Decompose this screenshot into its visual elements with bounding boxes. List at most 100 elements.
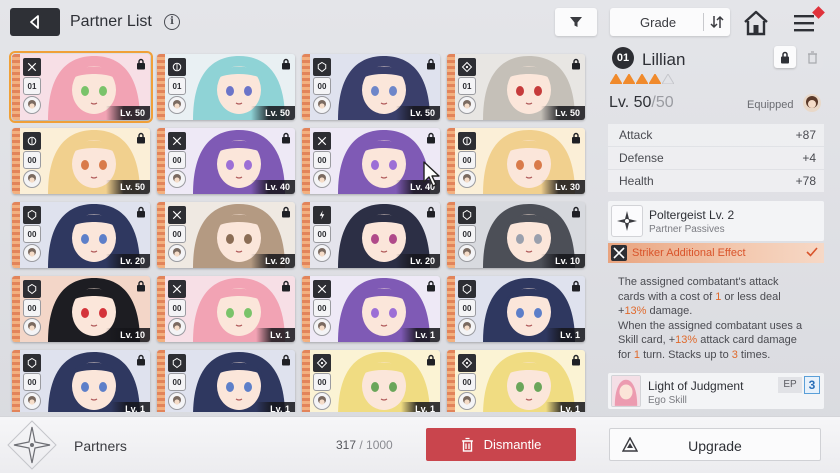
card-equipped-avatar	[313, 244, 331, 262]
card-icon-column: 00	[313, 280, 333, 338]
card-icon-column: 00	[458, 132, 478, 190]
partner-card[interactable]: 00 Lv. 20	[157, 202, 295, 268]
ep-value: 3	[804, 376, 820, 394]
card-grade: 00	[313, 77, 331, 95]
trash-icon	[461, 437, 473, 452]
card-grade: 00	[313, 299, 331, 317]
card-equipped-avatar	[168, 170, 186, 188]
card-rarity-stripe	[302, 202, 310, 268]
card-level: Lv. 20	[396, 254, 440, 268]
card-grade: 00	[168, 373, 186, 391]
stat-value: +78	[795, 174, 816, 188]
upgrade-button[interactable]: Upgrade	[609, 428, 821, 461]
card-level: Lv. 1	[546, 328, 585, 342]
card-rarity-stripe	[447, 54, 455, 120]
equipped-avatar[interactable]	[803, 94, 821, 112]
card-equipped-avatar	[23, 244, 41, 262]
card-level: Lv. 50	[396, 106, 440, 120]
lock-icon	[282, 132, 290, 144]
card-equipped-avatar	[313, 170, 331, 188]
ego-skill-type: Ego Skill	[648, 395, 687, 406]
ego-skill-name: Light of Judgment	[648, 379, 744, 393]
card-icon-column: 00	[313, 206, 333, 264]
level-cap: /50	[651, 94, 674, 111]
card-grade: 00	[23, 299, 41, 317]
sort-order-icon[interactable]	[709, 14, 725, 30]
partner-card[interactable]: 00 Lv. 50	[12, 128, 150, 194]
card-level: Lv. 1	[256, 402, 295, 412]
partner-card[interactable]: 00 Lv. 10	[12, 276, 150, 342]
card-level: Lv. 50	[106, 106, 150, 120]
lock-icon	[572, 354, 580, 366]
star-empty-icon	[662, 74, 674, 84]
partner-card[interactable]: 01 Lv. 50	[447, 54, 585, 120]
lock-icon	[572, 206, 580, 218]
lock-button[interactable]	[774, 46, 796, 68]
poltergeist-icon	[611, 205, 643, 237]
card-rarity-stripe	[157, 128, 165, 194]
card-equipped-avatar	[23, 392, 41, 410]
partner-card[interactable]: 00 Lv. 20	[12, 202, 150, 268]
card-icon-column: 00	[168, 280, 188, 338]
partner-card[interactable]: 00 Lv. 1	[157, 350, 295, 412]
partner-card[interactable]: 01 Lv. 50	[9, 51, 153, 123]
stat-attack: Attack +87	[608, 124, 824, 146]
ego-skill-thumbnail	[611, 375, 641, 407]
partner-card[interactable]: 00 Lv. 1	[447, 276, 585, 342]
back-icon	[30, 15, 39, 29]
lock-icon	[137, 280, 145, 292]
sort-label: Grade	[640, 15, 677, 30]
ego-skill-card[interactable]: Light of Judgment Ego Skill EP 3	[608, 373, 824, 409]
card-rarity-stripe	[157, 276, 165, 342]
hunter-class-icon	[458, 354, 476, 372]
striker-class-icon	[313, 280, 331, 298]
card-level: Lv. 20	[106, 254, 150, 268]
card-icon-column: 00	[168, 354, 188, 412]
card-level: Lv. 10	[106, 328, 150, 342]
lock-icon	[781, 51, 789, 63]
card-icon-column: 00	[458, 206, 478, 264]
partner-card[interactable]: 00 Lv. 1	[447, 350, 585, 412]
card-equipped-avatar	[313, 392, 331, 410]
lock-icon	[282, 58, 290, 70]
partner-card[interactable]: 00 Lv. 40	[302, 128, 440, 194]
card-level: Lv. 1	[401, 328, 440, 342]
star-filled-icon	[649, 74, 661, 84]
sort-select[interactable]: Grade	[610, 8, 730, 36]
card-grade: 00	[458, 151, 476, 169]
card-equipped-avatar	[458, 392, 476, 410]
partner-card[interactable]: 00 Lv. 20	[302, 202, 440, 268]
striker-class-icon	[23, 58, 41, 76]
partner-card[interactable]: 00 Lv. 1	[302, 350, 440, 412]
card-rarity-stripe	[447, 128, 455, 194]
card-grade: 01	[168, 77, 186, 95]
back-button[interactable]	[10, 8, 60, 36]
lock-icon	[137, 354, 145, 366]
partner-card[interactable]: 00 Lv. 1	[157, 276, 295, 342]
card-rarity-stripe	[302, 54, 310, 120]
lock-icon	[282, 206, 290, 218]
info-icon[interactable]: i	[164, 14, 180, 30]
stat-value: +4	[802, 151, 816, 165]
home-icon[interactable]	[742, 9, 770, 37]
partner-card[interactable]: 00 Lv. 10	[447, 202, 585, 268]
filter-button[interactable]	[555, 8, 597, 36]
partner-card[interactable]: 00 Lv. 1	[302, 276, 440, 342]
card-grade: 00	[168, 299, 186, 317]
vanguard-class-icon	[23, 132, 41, 150]
partner-card[interactable]: 01 Lv. 50	[157, 54, 295, 120]
card-level: Lv. 50	[106, 180, 150, 194]
partner-card[interactable]: 00 Lv. 50	[302, 54, 440, 120]
trash-button[interactable]	[801, 46, 823, 68]
passive-skill-card[interactable]: Poltergeist Lv. 2 Partner Passives	[608, 201, 824, 241]
grade-badge: 01	[612, 47, 634, 69]
dismantle-button[interactable]: Dismantle	[426, 428, 576, 461]
partner-card[interactable]: 00 Lv. 1	[12, 350, 150, 412]
card-rarity-stripe	[447, 350, 455, 412]
card-rarity-stripe	[12, 54, 20, 120]
card-equipped-avatar	[168, 244, 186, 262]
desc-line: +13% damage.	[618, 305, 693, 317]
partner-card[interactable]: 00 Lv. 40	[157, 128, 295, 194]
check-icon	[806, 247, 818, 257]
partner-card[interactable]: 00 Lv. 30	[447, 128, 585, 194]
